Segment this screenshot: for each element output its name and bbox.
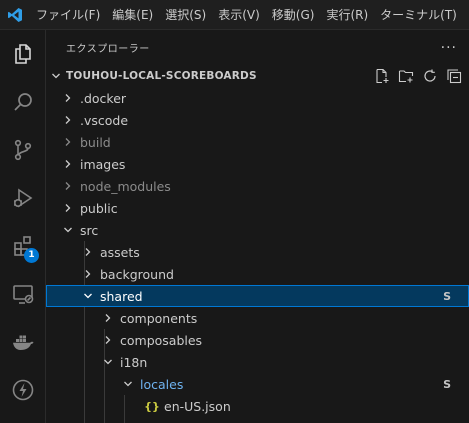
activity-remote-explorer[interactable] [0,272,46,316]
activity-extensions[interactable]: 1 [0,224,46,268]
chevron-right-icon [80,263,96,285]
extensions-badge: 1 [24,248,39,263]
menu-file[interactable]: ファイル(F) [30,4,106,26]
new-folder-icon[interactable] [397,67,415,85]
tree-item-label: .vscode [80,112,129,128]
tree-item-label: public [80,200,118,216]
chevron-right-icon [60,109,76,131]
tree-item-label: images [80,156,126,172]
tree-item-shared[interactable]: shared S [46,285,469,307]
menu-go[interactable]: 移動(G) [266,4,321,26]
explorer-sidebar: エクスプローラー ··· TOUHOU-LOCAL-SCOREBOARDS .d… [46,30,469,423]
refresh-icon[interactable] [421,67,439,85]
tree-item-label: composables [120,332,203,348]
tree-item-composables[interactable]: composables [46,329,469,351]
file-tree: .docker .vscode build images node_module… [46,87,469,423]
tree-item-assets[interactable]: assets [46,241,469,263]
git-status-badge: S [443,377,451,391]
explorer-title: エクスプローラー [66,44,150,55]
source-control-icon [11,138,35,162]
new-file-icon[interactable] [373,67,391,85]
tree-item-docker[interactable]: .docker [46,87,469,109]
tree-item-label: .docker [80,90,127,106]
run-debug-icon [11,186,35,210]
activity-docker[interactable] [0,320,46,364]
tree-item-images[interactable]: images [46,153,469,175]
menu-selection[interactable]: 選択(S) [159,4,212,26]
activity-source-control[interactable] [0,128,46,172]
chevron-right-icon [60,153,76,175]
explorer-header: エクスプローラー ··· [46,30,469,65]
activity-thunder-client[interactable] [0,368,46,412]
chevron-right-icon [100,307,116,329]
tree-item-node-modules[interactable]: node_modules [46,175,469,197]
chevron-right-icon [100,329,116,351]
chevron-down-icon [100,351,116,373]
tree-item-i18n[interactable]: i18n [46,351,469,373]
search-icon [11,90,35,114]
title-bar: ファイル(F) 編集(E) 選択(S) 表示(V) 移動(G) 実行(R) ター… [0,0,469,30]
tree-item-label: locales [140,376,184,392]
tree-item-build[interactable]: build [46,131,469,153]
activity-explorer[interactable] [0,32,46,76]
chevron-down-icon [60,219,76,241]
section-actions [373,67,469,85]
menu-edit[interactable]: 編集(E) [106,4,159,26]
lightning-icon [11,378,35,402]
vscode-logo-icon[interactable] [0,0,30,30]
tree-item-en-us-json[interactable]: {} en-US.json [46,395,469,417]
chevron-right-icon [60,87,76,109]
tree-item-public[interactable]: public [46,197,469,219]
tree-item-src[interactable]: src [46,219,469,241]
tree-item-label: shared [100,288,143,304]
chevron-down-icon [48,70,64,82]
docker-icon [11,330,35,354]
tree-item-label: src [80,222,99,238]
tree-item-label: assets [100,244,140,260]
workspace-section-header[interactable]: TOUHOU-LOCAL-SCOREBOARDS [46,65,469,87]
menu-view[interactable]: 表示(V) [212,4,266,26]
activity-bar: 1 [0,30,46,423]
menu-run[interactable]: 実行(R) [320,4,374,26]
chevron-down-icon [120,373,136,395]
tree-item-label: components [120,310,198,326]
remote-explorer-icon [11,282,35,306]
collapse-all-icon[interactable] [445,67,463,85]
tree-item-label: build [80,134,111,150]
more-actions-button[interactable]: ··· [441,40,457,56]
tree-item-vscode[interactable]: .vscode [46,109,469,131]
tree-item-label: i18n [120,354,148,370]
chevron-right-icon [60,197,76,219]
json-file-icon: {} [144,399,160,413]
files-icon [11,42,35,66]
activity-search[interactable] [0,80,46,124]
git-status-badge: S [443,289,451,303]
tree-item-label: node_modules [80,178,171,194]
chevron-right-icon [80,241,96,263]
tree-item-label: en-US.json [164,398,231,414]
menu-bar: ファイル(F) 編集(E) 選択(S) 表示(V) 移動(G) 実行(R) ター… [30,0,463,30]
chevron-right-icon [60,175,76,197]
chevron-right-icon [60,131,76,153]
chevron-down-icon [80,285,96,307]
tree-item-components[interactable]: components [46,307,469,329]
menu-terminal[interactable]: ターミナル(T) [374,4,463,26]
tree-item-background[interactable]: background [46,263,469,285]
tree-item-label: background [100,266,174,282]
activity-run-debug[interactable] [0,176,46,220]
tree-item-locales[interactable]: locales S [46,373,469,395]
workspace-title: TOUHOU-LOCAL-SCOREBOARDS [66,70,257,82]
